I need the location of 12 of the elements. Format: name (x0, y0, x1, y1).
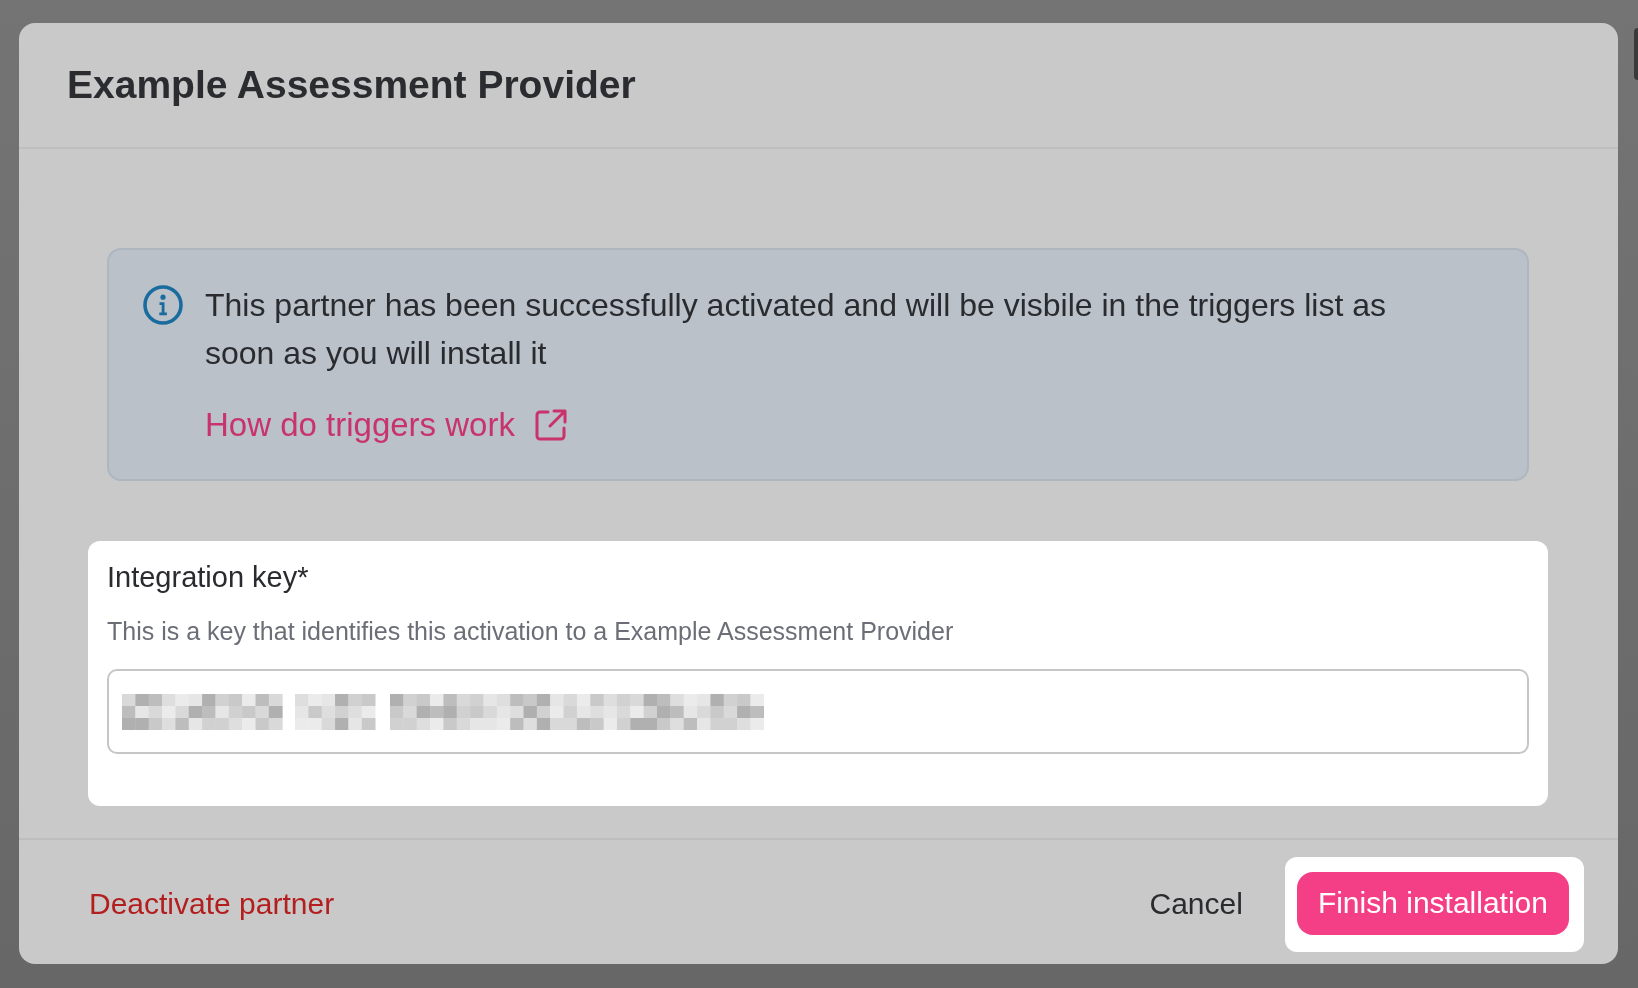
cancel-button[interactable]: Cancel (1149, 887, 1243, 921)
finish-installation-button[interactable]: Finish installation (1296, 871, 1569, 935)
help-link[interactable]: How do triggers work (205, 401, 568, 449)
field-label: Integration key* (107, 560, 310, 595)
deactivate-button[interactable]: Deactivate partner (89, 887, 335, 921)
scrollbar-thumb[interactable] (1634, 28, 1638, 80)
field-description: This is a key that identifies this activation to a Example Assessment Provider (107, 616, 955, 647)
dialog-title: Example Assessment Provider (67, 63, 636, 107)
info-icon (143, 285, 183, 325)
external-link-icon (533, 408, 568, 442)
info-message: This partner has been successfully activated and will be visbile in the triggers list as soon as you will install it (205, 286, 1387, 373)
integration-key-field[interactable] (107, 669, 1529, 754)
